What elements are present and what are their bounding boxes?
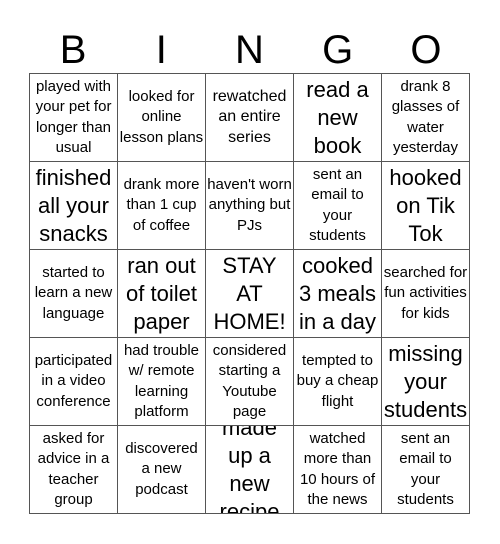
bingo-cell[interactable]: played with your pet for longer than usu…	[30, 74, 118, 162]
bingo-cell[interactable]: read a new book	[294, 74, 382, 162]
bingo-cell[interactable]: watched more than 10 hours of the news	[294, 426, 382, 514]
bingo-cell-text: sent an email to your students	[309, 165, 366, 245]
bingo-cell-text: watched more than 10 hours of the news	[299, 429, 376, 509]
bingo-cell-text: haven't worn anything but PJs	[207, 175, 292, 234]
bingo-cell[interactable]: searched for fun activities for kids	[382, 250, 470, 338]
bingo-cell-text: had trouble w/ remote learning platform	[123, 341, 200, 421]
bingo-cell[interactable]: had trouble w/ remote learning platform	[118, 338, 206, 426]
bingo-cell-text: read a new book	[306, 76, 369, 158]
header-letter-i: I	[155, 28, 167, 72]
bingo-cell[interactable]: tempted to buy a cheap flight	[294, 338, 382, 426]
bingo-cell[interactable]: hooked on Tik Tok	[382, 162, 470, 250]
bingo-cell-text: discovered a new podcast	[125, 439, 198, 498]
bingo-cell[interactable]: haven't worn anything but PJs	[206, 162, 294, 250]
header-letter-b: B	[59, 28, 87, 72]
bingo-cell-text: drank more than 1 cup of coffee	[123, 175, 200, 234]
bingo-cell-text: cooked 3 meals in a day	[298, 252, 377, 334]
bingo-cell-text: STAY AT HOME!	[213, 252, 286, 334]
bingo-cell[interactable]: finished all your snacks	[30, 162, 118, 250]
bingo-cell[interactable]: participated in a video conference	[30, 338, 118, 426]
bingo-cell[interactable]: asked for advice in a teacher group	[30, 426, 118, 514]
bingo-cell-text: played with your pet for longer than usu…	[35, 77, 112, 157]
bingo-cell[interactable]: rewatched an entire series	[206, 74, 294, 162]
bingo-cell[interactable]: considered starting a Youtube page	[206, 338, 294, 426]
bingo-cell[interactable]: missing your students	[382, 338, 470, 426]
bingo-cell-text: started to learn a new language	[34, 263, 113, 322]
bingo-cell[interactable]: cooked 3 meals in a day	[294, 250, 382, 338]
header-letter-g: G	[322, 28, 354, 72]
bingo-cell-text: asked for advice in a teacher group	[37, 429, 110, 509]
bingo-cell[interactable]: looked for online lesson plans	[118, 74, 206, 162]
bingo-cell-text: made up a new recipe	[219, 426, 280, 514]
bingo-cell-text: sent an email to your students	[397, 429, 454, 509]
bingo-header: B I N G O	[29, 28, 470, 72]
bingo-cell[interactable]: STAY AT HOME!	[206, 250, 294, 338]
bingo-cell-text: finished all your snacks	[35, 164, 112, 246]
bingo-cell-text: considered starting a Youtube page	[212, 341, 287, 421]
bingo-cell[interactable]: sent an email to your students	[294, 162, 382, 250]
header-letter-o: O	[410, 28, 442, 72]
bingo-cell-text: tempted to buy a cheap flight	[296, 351, 379, 410]
bingo-cell[interactable]: drank 8 glasses of water yesterday	[382, 74, 470, 162]
header-letter-n: N	[235, 28, 264, 72]
bingo-cell-text: ran out of toilet paper	[126, 252, 197, 334]
bingo-cell[interactable]: ran out of toilet paper	[118, 250, 206, 338]
bingo-grid: played with your pet for longer than usu…	[29, 73, 470, 514]
bingo-cell[interactable]: drank more than 1 cup of coffee	[118, 162, 206, 250]
bingo-cell[interactable]: started to learn a new language	[30, 250, 118, 338]
bingo-cell-text: participated in a video conference	[34, 351, 113, 410]
bingo-cell[interactable]: discovered a new podcast	[118, 426, 206, 514]
bingo-cell[interactable]: sent an email to your students	[382, 426, 470, 514]
bingo-cell-text: rewatched an entire series	[212, 87, 287, 146]
bingo-cell-text: hooked on Tik Tok	[389, 164, 462, 246]
bingo-cell-text: drank 8 glasses of water yesterday	[391, 77, 460, 157]
bingo-cell-text: missing your students	[383, 340, 468, 422]
bingo-cell-text: searched for fun activities for kids	[383, 263, 468, 322]
bingo-cell[interactable]: made up a new recipe	[206, 426, 294, 514]
bingo-cell-text: looked for online lesson plans	[119, 87, 204, 146]
